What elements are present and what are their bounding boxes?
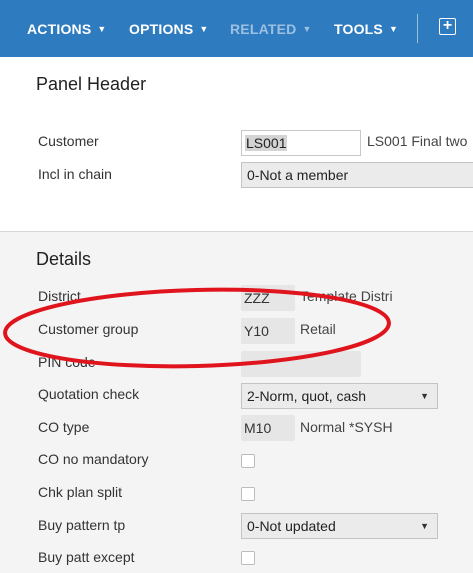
add-button[interactable]: + [439,18,456,35]
co-type-label: CO type [38,419,90,435]
chk-plan-split-label: Chk plan split [38,484,123,500]
quotation-check-select[interactable]: 2-Norm, quot, cash ▼ [241,383,438,409]
customer-description: LS001 Final two [367,133,468,149]
chevron-down-icon: ▼ [388,23,399,34]
panel-header-title: Panel Header [36,74,147,94]
district-label: District [38,288,81,304]
tools-label: TOOLS [334,20,383,37]
actions-label: ACTIONS [27,20,92,37]
chevron-down-icon: ▼ [420,391,429,401]
buy-pattern-select[interactable]: 0-Not updated ▼ [241,513,438,539]
co-no-mandatory-checkbox[interactable] [241,454,255,468]
options-label: OPTIONS [129,20,194,37]
incl-in-chain-value: 0-Not a member [247,167,349,183]
customer-group-description: Retail [300,321,336,337]
options-menu[interactable]: OPTIONS ▼ [129,0,209,57]
district-field[interactable]: ZZZ [241,285,295,311]
customer-label: Customer [38,133,99,149]
chk-plan-split-checkbox[interactable] [241,487,255,501]
buy-patt-except-checkbox[interactable] [241,551,255,565]
customer-value: LS001 [245,135,288,151]
chevron-down-icon: ▼ [302,23,312,34]
panel-header: Panel Header Customer LS001 LS001 Final … [0,57,473,231]
pin-code-field[interactable] [241,351,361,377]
buy-pattern-label: Buy pattern tp [38,517,126,533]
pin-code-label: PIN code [38,354,96,370]
incl-in-chain-label: Incl in chain [38,166,112,182]
toolbar: ACTIONS ▼ OPTIONS ▼ RELATED ▼ TOOLS ▼ + [0,0,473,57]
quotation-check-value: 2-Norm, quot, cash [247,388,367,404]
buy-patt-except-label: Buy patt except [38,549,135,565]
customer-group-field[interactable]: Y10 [241,318,295,344]
chevron-down-icon: ▼ [199,23,209,34]
related-menu[interactable]: RELATED ▼ [230,0,312,57]
district-value: ZZZ [244,290,270,306]
co-type-value: M10 [244,420,272,436]
details-panel: Details District ZZZ Template Distri Cus… [0,231,473,573]
incl-in-chain-select[interactable]: 0-Not a member [241,162,473,188]
tools-menu[interactable]: TOOLS ▼ [334,0,398,57]
related-label: RELATED [230,20,297,37]
co-type-description: Normal *SYSH [300,419,393,435]
buy-pattern-value: 0-Not updated [247,518,336,534]
customer-field[interactable]: LS001 [241,130,361,156]
district-description: Template Distri [300,288,393,304]
toolbar-divider [417,14,418,43]
actions-menu[interactable]: ACTIONS ▼ [27,0,107,57]
co-no-mandatory-label: CO no mandatory [38,451,149,467]
customer-group-label: Customer group [38,321,139,337]
customer-group-value: Y10 [244,323,269,339]
plus-icon: + [442,17,453,34]
co-type-field[interactable]: M10 [241,415,295,441]
chevron-down-icon: ▼ [97,23,107,34]
quotation-check-label: Quotation check [38,386,140,402]
details-title: Details [36,249,92,269]
chevron-down-icon: ▼ [420,521,429,531]
